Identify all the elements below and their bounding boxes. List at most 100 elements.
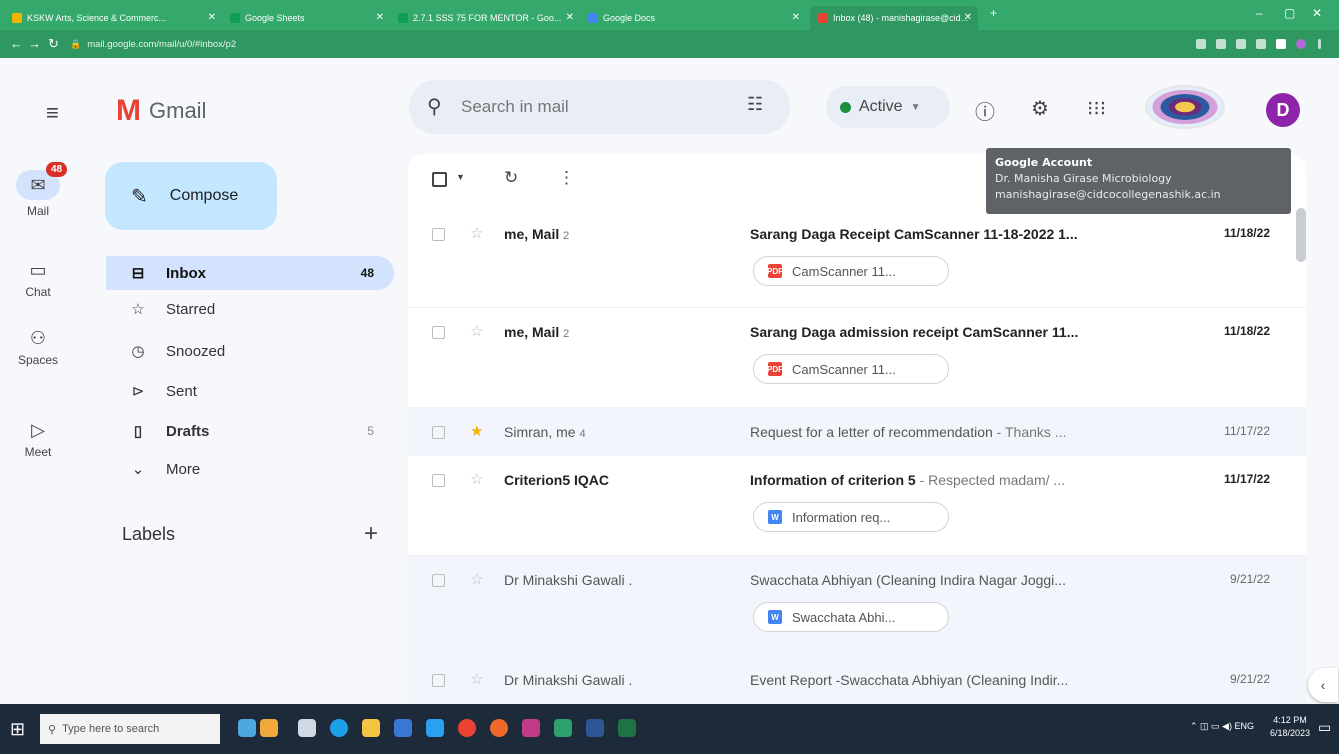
email-sender: me, Mail 2 bbox=[504, 324, 569, 340]
email-row[interactable]: ★ Simran, me 4 Request for a letter of r… bbox=[408, 408, 1306, 456]
file-explorer-icon[interactable] bbox=[362, 719, 380, 737]
search-icon: ⚲ bbox=[48, 723, 57, 736]
browser-tab[interactable]: KSKW Arts, Science & Commerc... ✕ bbox=[4, 6, 222, 30]
sidebar-item-inbox[interactable]: ⊟ Inbox 48 bbox=[106, 256, 394, 290]
bookmark-star-icon[interactable] bbox=[1256, 39, 1266, 49]
window-close-icon[interactable]: ✕ bbox=[1312, 6, 1322, 20]
organization-logo[interactable] bbox=[1145, 85, 1225, 129]
new-tab-icon[interactable]: + bbox=[990, 6, 997, 20]
more-options-icon[interactable]: ⋮ bbox=[558, 168, 575, 188]
row-checkbox[interactable] bbox=[432, 326, 445, 339]
browser-tab-active[interactable]: Inbox (48) - manishagirase@cid... ✕ bbox=[810, 6, 978, 30]
main-menu-icon[interactable]: ≡ bbox=[46, 102, 64, 124]
system-tray[interactable]: ⌃ ◫ ▭ ◀) ENG bbox=[1190, 721, 1254, 732]
email-subject: Request for a letter of recommendation -… bbox=[750, 424, 1190, 440]
search-icon[interactable]: ⚲ bbox=[427, 94, 442, 119]
minimize-icon[interactable]: – bbox=[1256, 6, 1263, 20]
system-clock[interactable]: 4:12 PM 6/18/2023 bbox=[1270, 714, 1310, 740]
back-icon[interactable]: ← bbox=[10, 36, 23, 51]
draft-icon: ▯ bbox=[133, 423, 143, 440]
browser-tab[interactable]: Google Docs ✕ bbox=[580, 6, 806, 30]
edge-browser-icon[interactable] bbox=[330, 719, 348, 737]
sidebar-item-sent[interactable]: ⊳ Sent bbox=[106, 374, 394, 408]
close-tab-icon[interactable]: ✕ bbox=[376, 12, 384, 23]
close-tab-icon[interactable]: ✕ bbox=[792, 12, 800, 23]
extension-icon[interactable] bbox=[1196, 39, 1206, 49]
attachment-chip[interactable]: W Information req... bbox=[753, 502, 949, 532]
refresh-icon[interactable]: ↻ bbox=[504, 168, 518, 188]
firefox-icon[interactable] bbox=[490, 719, 508, 737]
zoom-icon[interactable] bbox=[1216, 39, 1226, 49]
word-icon[interactable] bbox=[586, 719, 604, 737]
email-row[interactable]: ☆ me, Mail 2 Sarang Daga admission recei… bbox=[408, 308, 1306, 408]
star-icon[interactable]: ☆ bbox=[470, 470, 483, 488]
attachment-chip[interactable]: PDF CamScanner 11... bbox=[753, 354, 949, 384]
reload-icon[interactable]: ↻ bbox=[48, 36, 59, 52]
profile-icon[interactable] bbox=[1296, 39, 1306, 49]
url-field[interactable]: 🔒 mail.google.com/mail/u/0/#inbox/p2 bbox=[70, 34, 1070, 54]
rail-item-meet[interactable]: ▷ Meet bbox=[0, 420, 76, 459]
sidepanel-icon[interactable] bbox=[1276, 39, 1286, 49]
row-checkbox[interactable] bbox=[432, 474, 445, 487]
star-filled-icon[interactable]: ★ bbox=[470, 422, 483, 440]
sidebar-item-drafts[interactable]: ▯ Drafts 5 bbox=[106, 414, 394, 448]
add-label-icon[interactable]: + bbox=[364, 520, 378, 548]
taskbar-app-icon[interactable] bbox=[522, 719, 540, 737]
email-row[interactable]: ☆ me, Mail 2 Sarang Daga Receipt CamScan… bbox=[408, 210, 1306, 308]
forward-icon[interactable]: → bbox=[28, 36, 41, 51]
gmail-logo[interactable]: M Gmail bbox=[116, 94, 206, 128]
status-dropdown[interactable]: Active ▼ bbox=[826, 86, 950, 128]
rail-item-chat[interactable]: ▭ Chat bbox=[0, 260, 76, 299]
star-icon[interactable]: ☆ bbox=[470, 322, 483, 340]
task-view-icon[interactable] bbox=[298, 719, 316, 737]
help-icon[interactable]: ⓘ bbox=[975, 96, 995, 125]
row-checkbox[interactable] bbox=[432, 674, 445, 687]
row-checkbox[interactable] bbox=[432, 426, 445, 439]
attachment-chip[interactable]: W Swacchata Abhi... bbox=[753, 602, 949, 632]
browser-menu-icon[interactable] bbox=[1318, 39, 1321, 49]
sidebar-item-more[interactable]: ⌄ More bbox=[106, 452, 394, 486]
apps-grid-icon[interactable]: ⁝⁝⁝ bbox=[1087, 96, 1106, 121]
mail-app-icon[interactable] bbox=[426, 719, 444, 737]
close-tab-icon[interactable]: ✕ bbox=[566, 12, 574, 23]
taskbar-app-icon[interactable] bbox=[238, 719, 256, 737]
sidebar-item-snoozed[interactable]: ◷ Snoozed bbox=[106, 334, 394, 368]
taskbar-app-icon[interactable] bbox=[260, 719, 278, 737]
maximize-icon[interactable]: ▢ bbox=[1284, 6, 1295, 20]
rail-item-mail[interactable]: ✉ 48 Mail bbox=[0, 162, 76, 218]
list-scrollbar[interactable] bbox=[1296, 208, 1306, 262]
taskbar-search[interactable]: ⚲ Type here to search bbox=[40, 714, 220, 744]
star-icon[interactable]: ☆ bbox=[470, 670, 483, 688]
search-input[interactable] bbox=[461, 94, 721, 120]
settings-gear-icon[interactable]: ⚙ bbox=[1031, 96, 1049, 121]
windows-start-icon[interactable]: ⊞ bbox=[10, 719, 25, 740]
email-row[interactable]: ☆ Criterion5 IQAC Information of criteri… bbox=[408, 456, 1306, 556]
avatar[interactable]: D bbox=[1266, 93, 1300, 127]
select-dropdown-icon[interactable]: ▼ bbox=[456, 172, 465, 182]
side-panel-toggle-icon[interactable]: ‹ bbox=[1308, 668, 1338, 702]
select-all-checkbox[interactable] bbox=[432, 172, 447, 187]
star-icon[interactable]: ☆ bbox=[470, 570, 483, 588]
email-row[interactable]: ☆ Dr Minakshi Gawali . Swacchata Abhiyan… bbox=[408, 556, 1306, 656]
taskbar-app-icon[interactable] bbox=[554, 719, 572, 737]
star-icon[interactable]: ☆ bbox=[470, 224, 483, 242]
close-tab-icon[interactable]: ✕ bbox=[964, 12, 972, 23]
browser-tab[interactable]: 2.7.1 SSS 75 FOR MENTOR - Goo... ✕ bbox=[390, 6, 580, 30]
search-options-icon[interactable]: ☷ bbox=[747, 94, 763, 115]
store-icon[interactable] bbox=[394, 719, 412, 737]
search-bar[interactable]: ⚲ ☷ bbox=[409, 80, 790, 134]
close-tab-icon[interactable]: ✕ bbox=[208, 12, 216, 23]
excel-icon[interactable] bbox=[618, 719, 636, 737]
notification-icon[interactable]: ▭ bbox=[1318, 719, 1331, 736]
row-checkbox[interactable] bbox=[432, 574, 445, 587]
rail-item-spaces[interactable]: ⚇ Spaces bbox=[0, 328, 76, 367]
attachment-chip[interactable]: PDF CamScanner 11... bbox=[753, 256, 949, 286]
share-icon[interactable] bbox=[1236, 39, 1246, 49]
sidebar-item-starred[interactable]: ☆ Starred bbox=[106, 292, 394, 326]
email-row[interactable]: ☆ Dr Minakshi Gawali . Event Report -Swa… bbox=[408, 656, 1306, 704]
browser-tab[interactable]: Google Sheets ✕ bbox=[222, 6, 390, 30]
compose-button[interactable]: ✎ Compose bbox=[105, 162, 277, 230]
thread-count: 2 bbox=[563, 328, 570, 340]
chrome-icon[interactable] bbox=[458, 719, 476, 737]
row-checkbox[interactable] bbox=[432, 228, 445, 241]
